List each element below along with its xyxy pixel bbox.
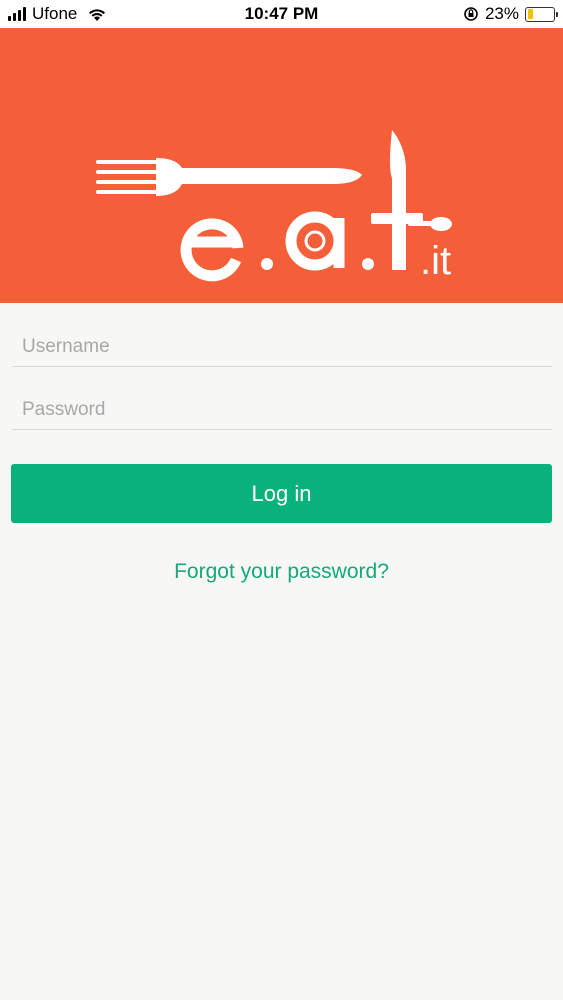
username-input[interactable] xyxy=(12,327,552,366)
battery-percent: 23% xyxy=(484,4,519,23)
username-field[interactable] xyxy=(12,327,552,367)
eat-it-logo: .it xyxy=(96,130,452,283)
status-bar: Ufone 10:47 PM 23% xyxy=(0,0,563,28)
fork-icon xyxy=(96,158,362,196)
status-right: 23% xyxy=(463,4,558,24)
battery-icon xyxy=(525,6,558,22)
login-button[interactable]: Log in xyxy=(11,464,552,523)
battery-level-fill xyxy=(527,9,534,19)
password-field[interactable] xyxy=(12,390,552,430)
orientation-lock-icon xyxy=(464,7,478,21)
knife-icon xyxy=(371,130,423,270)
password-input[interactable] xyxy=(12,390,552,429)
svg-text:.it: .it xyxy=(420,239,451,283)
forgot-password-link[interactable]: Forgot your password? xyxy=(0,560,563,584)
header-banner: .it xyxy=(0,28,563,303)
